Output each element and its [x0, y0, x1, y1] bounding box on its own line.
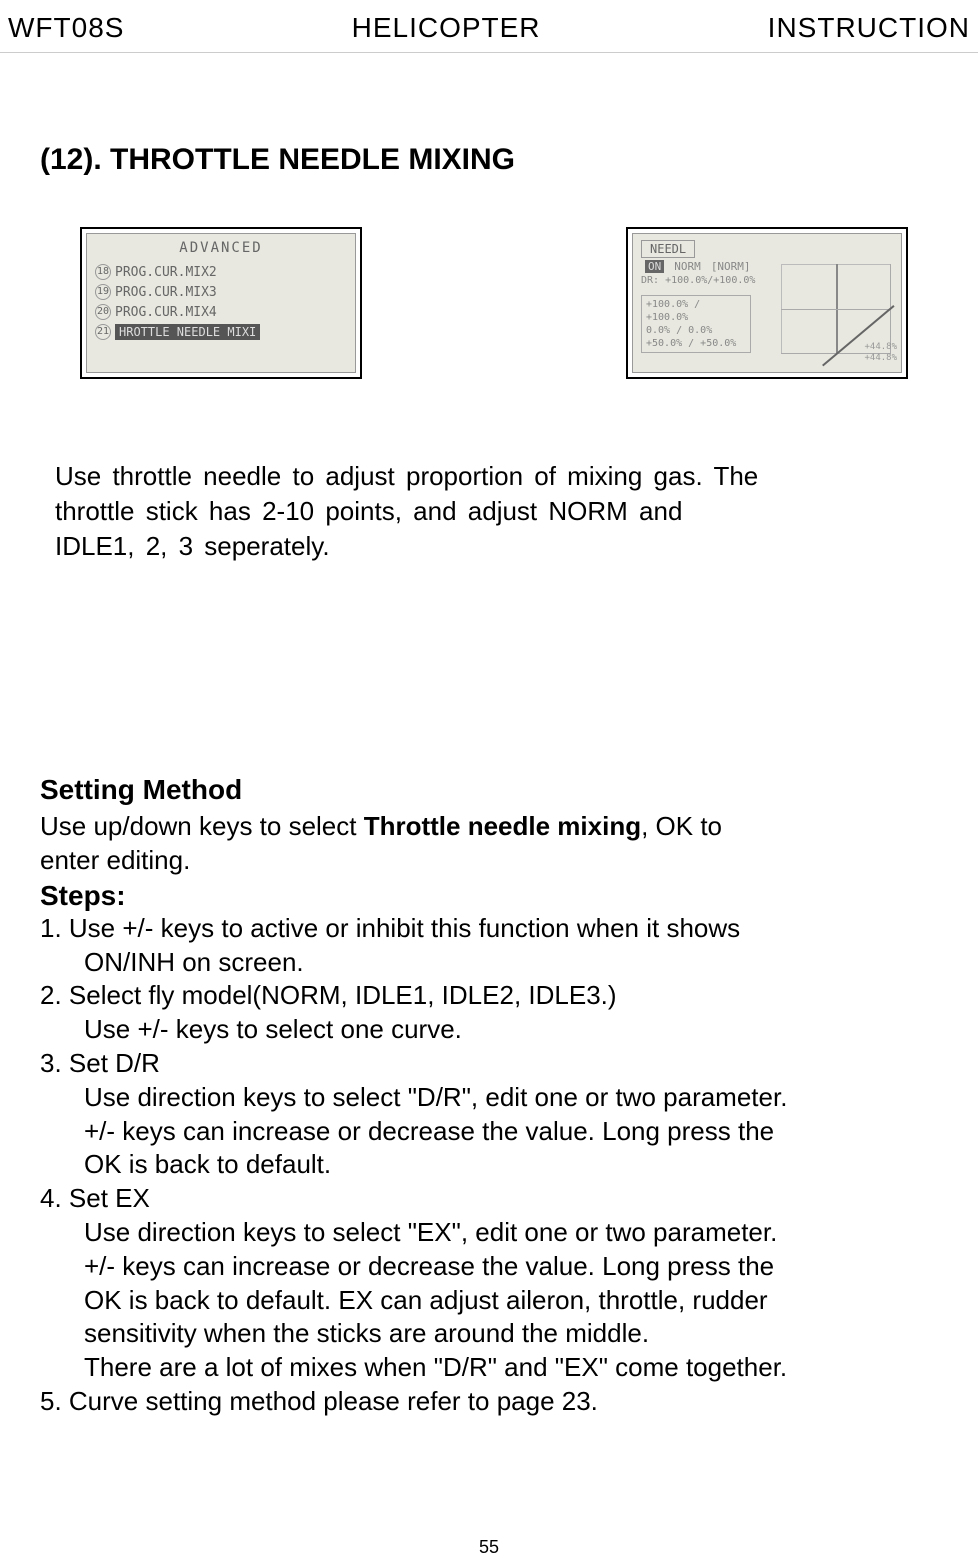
figure-1-item-num: 19 — [95, 284, 111, 300]
figure-2-box-line: 0.0% / 0.0% — [646, 324, 746, 337]
step-3-cont: Use direction keys to select "D/R", edit… — [40, 1081, 938, 1115]
figure-1-item-num: 18 — [95, 264, 111, 280]
figure-1-item-label: PROG.CUR.MIX3 — [115, 285, 217, 300]
page-header: WFT08S HELICOPTER INSTRUCTION — [0, 0, 978, 53]
figure-2-dr-value: +100.0%/+100.0% — [665, 275, 755, 286]
figure-1-item-num: 20 — [95, 304, 111, 320]
page-number: 55 — [0, 1537, 978, 1558]
step-4-cont: Use direction keys to select "EX", edit … — [40, 1216, 938, 1250]
figure-2-box-line: +50.0% / +50.0% — [646, 337, 746, 350]
figure-2-dr-label: DR: — [641, 275, 659, 286]
figure-2-mode-bracket: [NORM] — [711, 260, 751, 273]
figure-1-title: ADVANCED — [95, 240, 347, 256]
figure-1-item: 19 PROG.CUR.MIX3 — [95, 282, 347, 302]
step-4-cont: OK is back to default. EX can adjust ail… — [40, 1284, 938, 1318]
figure-2-mode-norm: NORM — [674, 260, 701, 273]
figure-1-item: 20 PROG.CUR.MIX4 — [95, 302, 347, 322]
figure-1-advanced-menu: ADVANCED 18 PROG.CUR.MIX2 19 PROG.CUR.MI… — [80, 227, 362, 379]
figure-2-mode-on: ON — [645, 260, 664, 273]
step-1: 1. Use +/- keys to active or inhibit thi… — [40, 912, 938, 946]
setting-intro-a: Use up/down keys to select — [40, 811, 364, 841]
figure-2-needle-screen: NEEDL ON NORM [NORM] DR: +100.0%/+100.0%… — [626, 227, 908, 379]
header-doctype: INSTRUCTION — [768, 12, 970, 44]
figure-1-item-label: PROG.CUR.MIX4 — [115, 305, 217, 320]
setting-intro-b: , OK to — [641, 811, 722, 841]
intro-line: Use throttle needle to adjust proportion… — [55, 459, 938, 494]
figure-2-title: NEEDL — [641, 240, 695, 258]
figure-1-item-label: PROG.CUR.MIX2 — [115, 265, 217, 280]
setting-intro-line: enter editing. — [40, 844, 938, 878]
intro-line: throttle stick has 2-10 points, and adju… — [55, 494, 938, 529]
figure-2-side-value: +44.8% — [864, 353, 897, 364]
step-3-cont: OK is back to default. — [40, 1148, 938, 1182]
setting-method-heading: Setting Method — [40, 774, 938, 806]
figure-2-side-values: +44.8% +44.8% — [864, 342, 897, 364]
header-category: HELICOPTER — [124, 12, 767, 44]
header-model: WFT08S — [8, 12, 124, 44]
intro-line: IDLE1, 2, 3 seperately. — [55, 529, 938, 564]
figure-2-curve-graph — [781, 264, 891, 354]
figure-2-box-line: +100.0% / +100.0% — [646, 298, 746, 324]
figure-2-side-value: +44.8% — [864, 342, 897, 353]
setting-method-block: Setting Method Use up/down keys to selec… — [40, 774, 938, 1419]
steps-heading: Steps: — [40, 880, 938, 912]
step-5: 5. Curve setting method please refer to … — [40, 1385, 938, 1419]
step-1-cont: ON/INH on screen. — [40, 946, 938, 980]
step-2: 2. Select fly model(NORM, IDLE1, IDLE2, … — [40, 979, 938, 1013]
step-2-cont: Use +/- keys to select one curve. — [40, 1013, 938, 1047]
figure-2-values-box: +100.0% / +100.0% 0.0% / 0.0% +50.0% / +… — [641, 295, 751, 353]
step-4-cont: sensitivity when the sticks are around t… — [40, 1317, 938, 1351]
figure-1-item-highlighted: HROTTLE NEEDLE MIXI — [115, 324, 260, 340]
setting-intro-line: Use up/down keys to select Throttle need… — [40, 810, 938, 844]
step-4-cont: There are a lot of mixes when "D/R" and … — [40, 1351, 938, 1385]
section-title: (12). THROTTLE NEEDLE MIXING — [40, 143, 978, 177]
step-4: 4. Set EX — [40, 1182, 938, 1216]
intro-paragraph: Use throttle needle to adjust proportion… — [55, 459, 938, 564]
step-3: 3. Set D/R — [40, 1047, 938, 1081]
step-3-cont: +/- keys can increase or decrease the va… — [40, 1115, 938, 1149]
figure-1-item-selected: 21 HROTTLE NEEDLE MIXI — [95, 322, 347, 342]
figure-1-item: 18 PROG.CUR.MIX2 — [95, 262, 347, 282]
figure-1-item-num: 21 — [95, 324, 111, 340]
setting-intro-bold: Throttle needle mixing — [364, 811, 641, 841]
step-4-cont: +/- keys can increase or decrease the va… — [40, 1250, 938, 1284]
figures-row: ADVANCED 18 PROG.CUR.MIX2 19 PROG.CUR.MI… — [80, 227, 908, 379]
